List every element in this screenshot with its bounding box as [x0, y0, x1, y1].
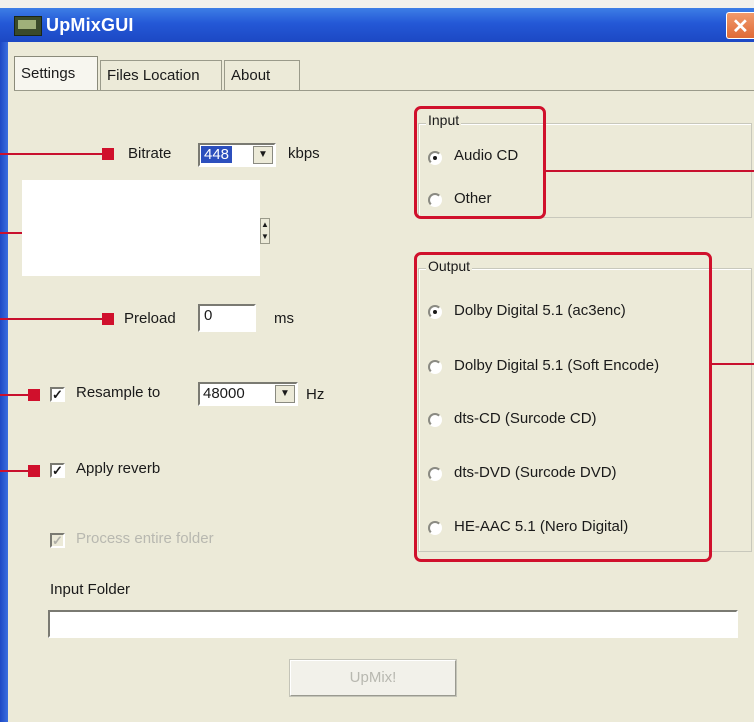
window-frame-left: [0, 42, 8, 722]
annotation-marker: [102, 313, 114, 325]
annotation-line: [711, 363, 754, 365]
input-folder-field[interactable]: [48, 610, 738, 638]
close-button[interactable]: ✕: [726, 12, 754, 39]
annotation-line: [0, 470, 28, 472]
preload-value: 0: [204, 307, 213, 324]
close-icon: ✕: [732, 16, 749, 38]
annotation-marker: [102, 148, 114, 160]
annotation-line: [0, 153, 104, 155]
tab-settings[interactable]: Settings: [14, 56, 98, 91]
bitrate-unit: kbps: [288, 145, 320, 162]
process-folder-checkbox[interactable]: ✓: [50, 533, 65, 548]
tab-about[interactable]: About: [224, 60, 300, 90]
annotation-input-highlight: [414, 106, 546, 219]
annotation-line: [545, 170, 754, 172]
tab-files-location[interactable]: Files Location: [100, 60, 222, 90]
annotation-marker: [28, 389, 40, 401]
annotation-line: [0, 318, 104, 320]
annotation-line: [0, 394, 28, 396]
preload-input[interactable]: 0: [198, 304, 256, 332]
app-icon: [14, 16, 42, 36]
blank-panel: [22, 180, 260, 276]
tab-panel-border: [14, 90, 754, 91]
resample-checkbox[interactable]: ✓: [50, 387, 65, 402]
resample-unit: Hz: [306, 386, 325, 403]
apply-reverb-checkbox[interactable]: ✓: [50, 463, 65, 478]
upmix-button[interactable]: UpMix!: [289, 659, 457, 697]
spin-down-icon[interactable]: ▼: [261, 231, 269, 243]
spin-up-icon[interactable]: ▲: [261, 219, 269, 231]
preload-label: Preload: [124, 310, 176, 327]
resample-value: 48000: [203, 385, 245, 402]
resample-label: Resample to: [76, 384, 161, 401]
process-folder-label: Process entire folder: [76, 530, 214, 547]
bitrate-label: Bitrate: [128, 145, 172, 162]
chevron-down-icon[interactable]: ▼: [275, 385, 295, 403]
chevron-down-icon[interactable]: ▼: [253, 146, 273, 164]
apply-reverb-label: Apply reverb: [76, 460, 161, 477]
input-folder-label: Input Folder: [50, 581, 131, 598]
annotation-output-highlight: [414, 252, 712, 562]
annotation-line: [0, 232, 24, 234]
resample-select[interactable]: 48000 ▼: [198, 382, 298, 406]
bitrate-value: 448: [201, 146, 233, 163]
annotation-marker: [28, 465, 40, 477]
spin-buttons[interactable]: ▲ ▼: [260, 218, 270, 244]
preload-unit: ms: [274, 310, 294, 327]
bitrate-select[interactable]: 448 ▼: [198, 143, 276, 167]
window-title: UpMixGUI: [46, 15, 134, 35]
